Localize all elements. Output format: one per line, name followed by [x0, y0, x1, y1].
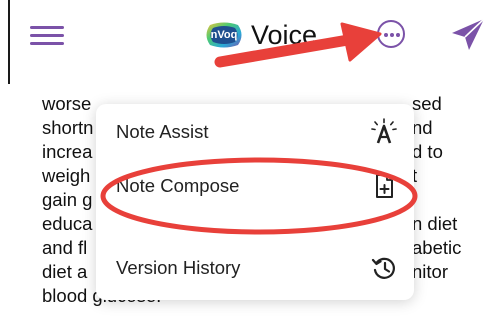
menu-item-label: Version History	[116, 257, 241, 278]
menu-item-note-assist[interactable]: Note Assist	[96, 108, 414, 156]
note-line-left: educa	[42, 213, 93, 234]
screen: nVoq Voice worse sed shortn nd increa d to wei…	[0, 0, 494, 324]
note-line-left: gain g	[42, 189, 93, 210]
history-icon	[370, 254, 398, 282]
annotation-arrow-icon	[214, 22, 382, 68]
note-line-right: nd	[412, 117, 433, 138]
hamburger-icon[interactable]	[30, 25, 66, 47]
menu-item-version-history[interactable]: Version History	[96, 244, 414, 292]
note-line-left: weigh	[42, 165, 91, 186]
note-line-left: diet a	[42, 261, 88, 282]
note-line-left: increa	[42, 141, 93, 162]
note-line-right: sed	[412, 93, 442, 114]
note-line-left: shortn	[42, 117, 94, 138]
note-line-left: worse	[42, 93, 92, 114]
menu-item-label: Note Assist	[116, 121, 209, 142]
highlight-ellipse-annotation	[100, 157, 418, 235]
note-line-left: and fl	[42, 237, 88, 258]
send-icon[interactable]	[448, 15, 488, 55]
note-line-right: abetic	[412, 237, 462, 258]
window-edge	[8, 0, 10, 84]
note-line-right: nitor	[412, 261, 448, 282]
text-sparkle-icon	[370, 118, 398, 146]
